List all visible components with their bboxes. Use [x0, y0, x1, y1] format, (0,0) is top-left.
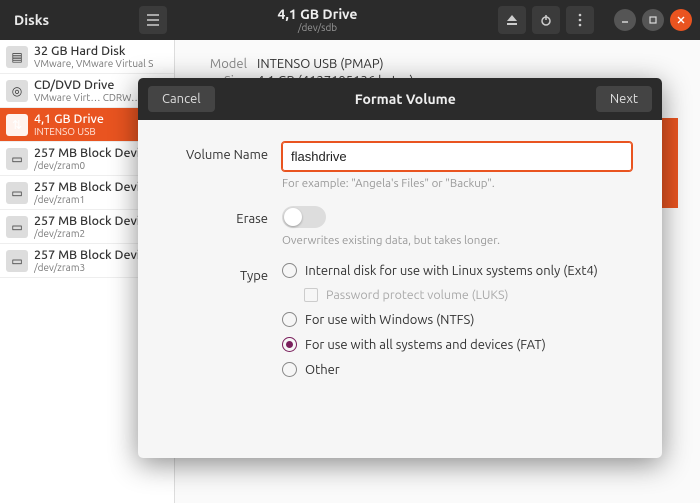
maximize-icon [648, 15, 658, 25]
next-button[interactable]: Next [596, 86, 652, 112]
erase-toggle[interactable] [282, 206, 326, 228]
radio-label: Internal disk for use with Linux systems… [305, 264, 598, 278]
power-icon [540, 14, 552, 26]
dialog-title: Format Volume [215, 91, 596, 107]
volume-name-label: Volume Name [168, 142, 268, 162]
type-radio-ntfs[interactable]: For use with Windows (NTFS) [282, 312, 632, 327]
device-name: 257 MB Block Device [34, 214, 153, 228]
close-icon [676, 15, 686, 25]
device-sub: /dev/zram1 [34, 194, 153, 205]
block-icon: ▭ [11, 152, 22, 166]
erase-hint: Overwrites existing data, but takes long… [282, 234, 632, 247]
erase-label: Erase [168, 206, 268, 226]
device-sub: /dev/zram3 [34, 262, 153, 273]
cancel-button[interactable]: Cancel [148, 86, 215, 112]
selected-drive-title: 4,1 GB Drive [175, 7, 460, 21]
window-header: Disks 4,1 GB Drive /dev/sdb [0, 0, 700, 40]
close-button[interactable] [670, 9, 692, 31]
block-icon: ▭ [11, 254, 22, 268]
usb-icon: ⇅ [12, 118, 22, 132]
radio-icon [282, 312, 297, 327]
radio-label: Other [305, 363, 340, 377]
selected-drive-subtitle: /dev/sdb [175, 23, 460, 33]
minimize-button[interactable] [614, 9, 636, 31]
luks-checkbox: Password protect volume (LUKS) [304, 288, 632, 302]
model-label: Model [197, 57, 247, 71]
block-icon: ▭ [11, 220, 22, 234]
sidebar-item-hard-disk[interactable]: ▤ 32 GB Hard DiskVMware, VMware Virtual … [0, 40, 174, 74]
type-radio-ext4[interactable]: Internal disk for use with Linux systems… [282, 263, 632, 278]
volume-name-input[interactable] [282, 142, 632, 171]
menu-icon [146, 14, 160, 26]
type-label: Type [168, 263, 268, 283]
hamburger-button[interactable] [139, 6, 167, 34]
model-value: INTENSO USB (PMAP) [257, 57, 384, 71]
maximize-button[interactable] [642, 9, 664, 31]
radio-label: For use with all systems and devices (FA… [305, 338, 546, 352]
eject-button[interactable] [498, 6, 526, 34]
block-icon: ▭ [11, 186, 22, 200]
checkbox-label: Password protect volume (LUKS) [326, 288, 508, 302]
volume-name-hint: For example: "Angela's Files" or "Backup… [282, 177, 632, 190]
type-radio-other[interactable]: Other [282, 362, 632, 377]
kebab-icon [578, 13, 582, 27]
type-radio-fat[interactable]: For use with all systems and devices (FA… [282, 337, 632, 352]
power-button[interactable] [532, 6, 560, 34]
radio-icon [282, 362, 297, 377]
disc-icon: ◎ [12, 84, 22, 98]
device-sub: VMware Virt… CDRW… [34, 92, 141, 103]
drive-menu-button[interactable] [566, 6, 594, 34]
radio-icon [282, 337, 297, 352]
device-sub: INTENSO USB [34, 126, 104, 137]
device-name: 257 MB Block Device [34, 180, 153, 194]
app-title: Disks [14, 12, 49, 28]
format-volume-dialog: Cancel Format Volume Next Volume Name Fo… [138, 78, 662, 458]
minimize-icon [620, 15, 630, 25]
device-name: CD/DVD Drive [34, 78, 141, 92]
device-name: 32 GB Hard Disk [34, 44, 153, 58]
radio-icon [282, 263, 297, 278]
radio-label: For use with Windows (NTFS) [305, 313, 474, 327]
device-sub: VMware, VMware Virtual S [34, 58, 153, 69]
eject-icon [506, 14, 518, 26]
device-sub: /dev/zram2 [34, 228, 153, 239]
checkbox-icon [304, 288, 318, 302]
device-name: 257 MB Block Device [34, 146, 153, 160]
device-name: 257 MB Block Device [34, 248, 153, 262]
device-sub: /dev/zram0 [34, 160, 153, 171]
hdd-icon: ▤ [11, 50, 22, 64]
device-name: 4,1 GB Drive [34, 112, 104, 126]
